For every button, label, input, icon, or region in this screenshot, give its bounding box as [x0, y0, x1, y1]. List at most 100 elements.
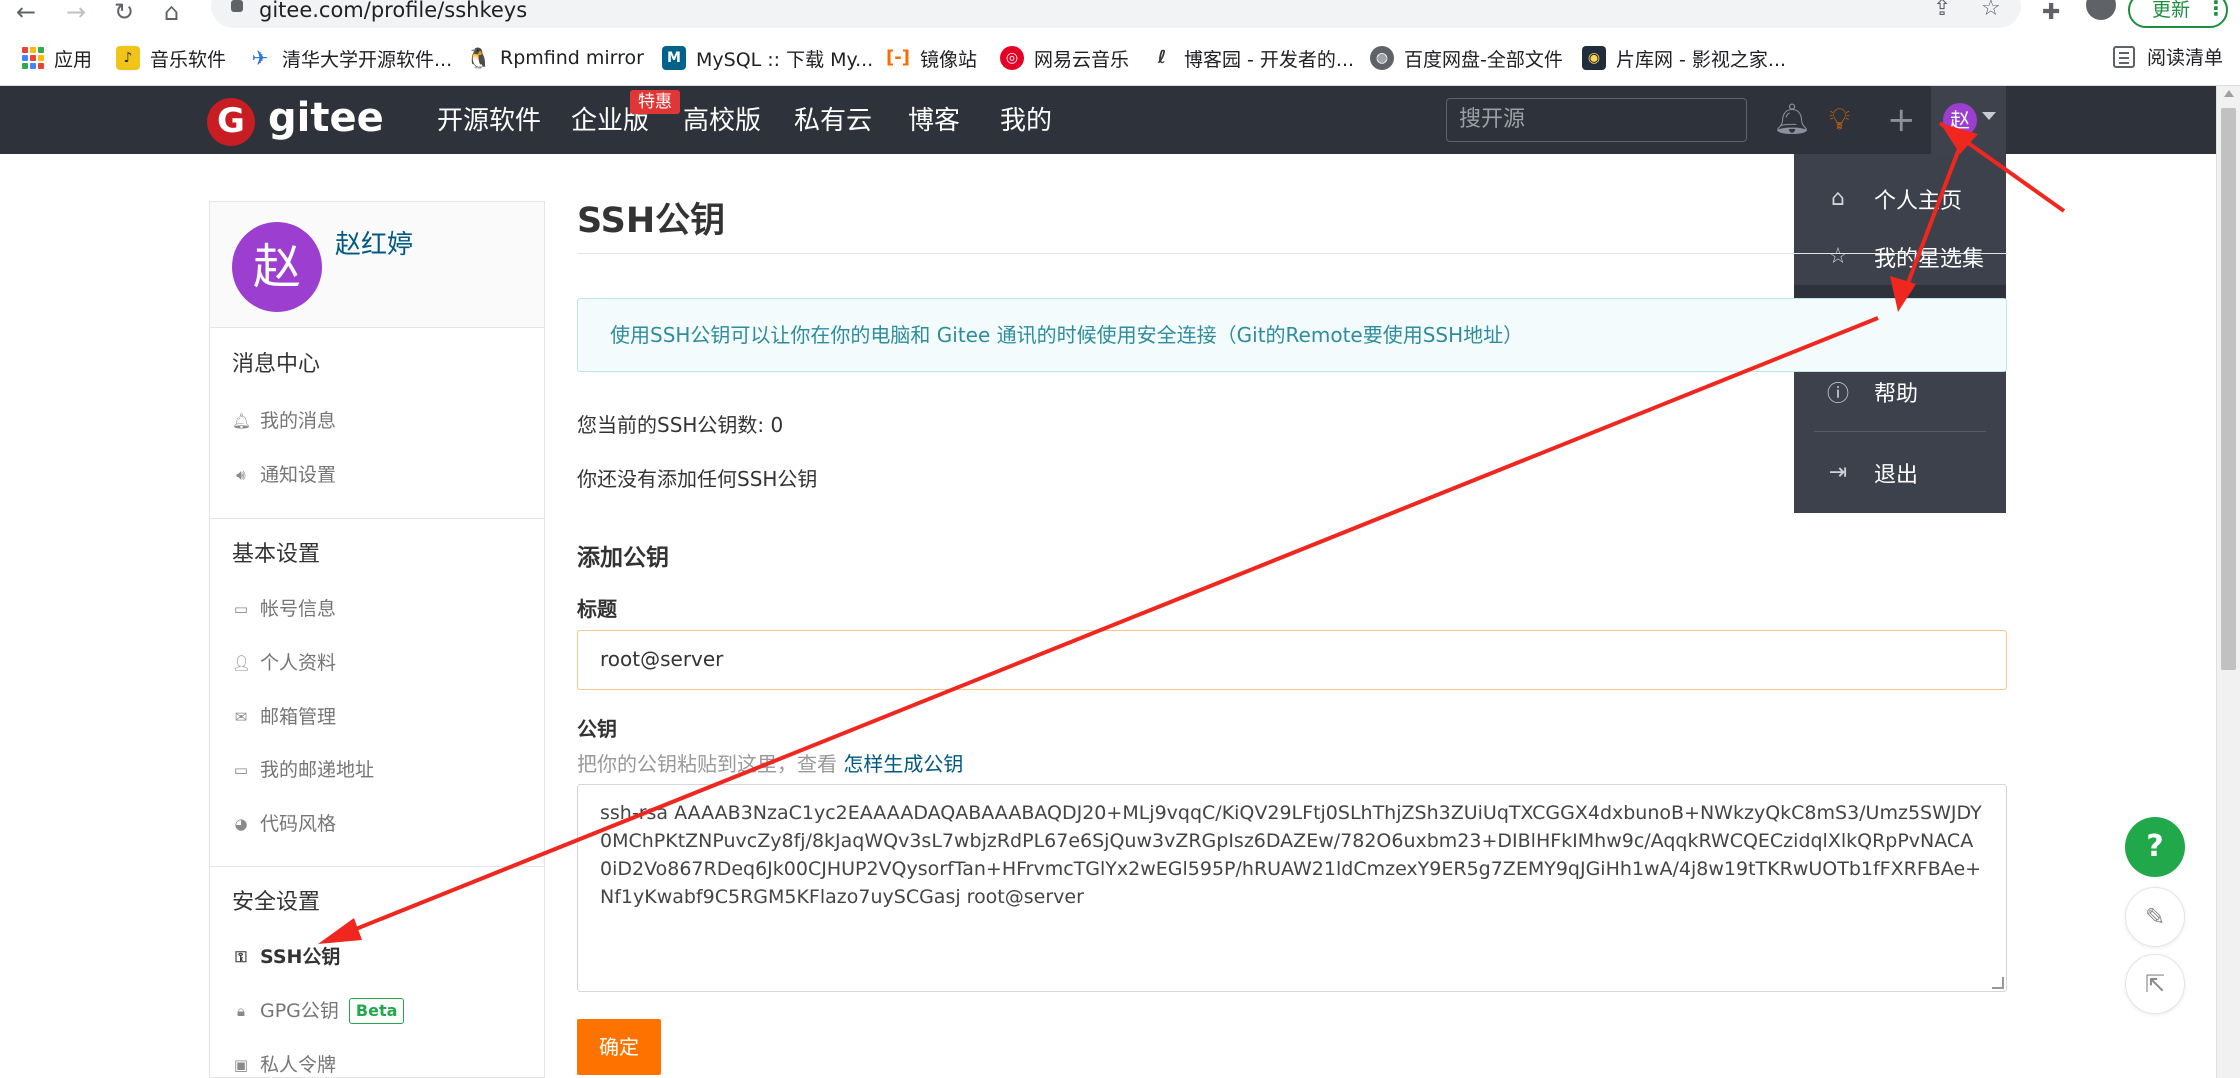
sidebar-item-my-messages[interactable]: 🔔︎ 我的消息	[232, 408, 336, 434]
public-key-value: ssh-rsa AAAAB3NzaC1yc2EAAAADAQABAAABAQDJ…	[600, 802, 1982, 908]
sidebar-item-label: 私人令牌	[260, 1054, 337, 1076]
address-bar[interactable]: gitee.com/profile/sshkeys ⇪ ☆	[211, 0, 2021, 28]
bookmark-mysql[interactable]: M MySQL :: 下载 My...	[662, 43, 873, 73]
sidebar-item-profile[interactable]: 👤︎ 个人资料	[232, 650, 336, 676]
bookmark-rpmfind[interactable]: 🐧 Rpmfind mirror	[466, 43, 644, 73]
sidebar-item-tokens[interactable]: ▣ 私人令牌	[232, 1052, 336, 1078]
share-icon[interactable]: ⇪	[1933, 0, 1951, 21]
back-icon[interactable]: ←	[16, 0, 36, 24]
header-avatar[interactable]: 赵	[1943, 103, 1977, 137]
bookmark-label: 音乐软件	[150, 48, 227, 71]
plus-icon[interactable]: +	[1887, 102, 1916, 138]
envelope-icon: ✉	[234, 708, 248, 726]
bookmark-apps[interactable]: 应用	[22, 43, 92, 73]
bookmark-baidu[interactable]: ◍ 百度网盘-全部文件	[1370, 43, 1563, 73]
menu-item-logout[interactable]: ⇥ 退出	[1794, 444, 2006, 501]
sidebar-item-label: 代码风格	[260, 813, 337, 835]
sidebar-item-address[interactable]: ▭ 我的邮递地址	[232, 757, 374, 783]
bookmark-label: MySQL :: 下载 My...	[696, 48, 874, 71]
bookmarks-bar: 应用 ♪ 音乐软件 ✈ 清华大学开源软件... 🐧 Rpmfind mirror…	[0, 29, 2240, 86]
bookmark-label: 博客园 - 开发者的...	[1184, 48, 1355, 71]
nav-private-cloud[interactable]: 私有云	[794, 104, 872, 138]
nav-mine[interactable]: 我的	[1000, 104, 1052, 138]
globe-icon: ◍	[1370, 46, 1394, 70]
key-label: 公钥	[577, 717, 617, 741]
bookmark-pianku[interactable]: ◉ 片库网 - 影视之家...	[1582, 43, 1786, 73]
public-key-textarea[interactable]: ssh-rsa AAAAB3NzaC1yc2EAAAADAQABAAABAQDJ…	[577, 784, 2007, 992]
key-hint: 把你的公钥粘贴到这里，查看 怎样生成公钥	[577, 751, 963, 777]
bookmark-label: 网易云音乐	[1034, 48, 1130, 71]
reading-list[interactable]: 阅读清单	[2113, 43, 2223, 70]
section-title-security: 安全设置	[232, 890, 321, 915]
menu-item-starred[interactable]: ☆ 我的星选集	[1794, 228, 2006, 285]
nav-education[interactable]: 高校版	[683, 104, 761, 138]
sidebar-divider	[210, 518, 544, 519]
key-title-input[interactable]: root@server	[577, 630, 2007, 690]
user-icon: 👤︎	[232, 654, 252, 672]
url-text: gitee.com/profile/sshkeys	[259, 0, 528, 22]
forward-icon[interactable]: →	[66, 0, 86, 24]
menu-item-label: 我的星选集	[1874, 246, 1985, 272]
bookmark-netease[interactable]: ◎ 网易云音乐	[1000, 43, 1129, 73]
sidebar-item-account[interactable]: ▭ 帐号信息	[232, 596, 336, 622]
tsinghua-mirror-icon: ✈	[248, 46, 272, 70]
share-icon: ⇱	[2144, 970, 2166, 998]
aliyun-icon: [-]	[886, 46, 910, 70]
caret-down-icon	[1982, 112, 1996, 120]
lightbulb-icon[interactable]: 💡︎	[1829, 102, 1850, 138]
sidebar-item-notify-settings[interactable]: 🔊︎ 通知设置	[232, 462, 336, 488]
sidebar-item-label: GPG公钥	[260, 1000, 339, 1022]
how-to-generate-link[interactable]: 怎样生成公钥	[843, 752, 963, 776]
scroll-thumb[interactable]	[2221, 108, 2236, 670]
title-divider	[577, 253, 2007, 254]
promo-badge: 特惠	[630, 90, 680, 114]
page-scrollbar[interactable]	[2216, 86, 2240, 1078]
scroll-up-arrow-icon[interactable]	[2224, 90, 2234, 97]
menu-dots-icon[interactable]: ⋮	[2206, 0, 2226, 20]
bookmark-tsinghua[interactable]: ✈ 清华大学开源软件...	[248, 43, 452, 73]
bookmark-star-icon[interactable]: ☆	[1981, 0, 2001, 21]
sidebar-item-code-style[interactable]: ◕ 代码风格	[232, 811, 336, 837]
sidebar-item-gpg-keys[interactable]: 🔒︎ GPG公钥 Beta	[232, 998, 405, 1024]
music-app-icon: ♪	[116, 46, 140, 70]
feedback-button[interactable]: ✎	[2125, 887, 2185, 947]
bookmark-mirror[interactable]: [-] 镜像站	[886, 43, 977, 73]
site-header: G gitee 开源软件 企业版 特惠 高校版 私有云 博客 我的 搜开源 🔔︎…	[0, 86, 2216, 154]
bookmark-cnblogs[interactable]: ℓ 博客园 - 开发者的...	[1150, 43, 1354, 73]
share-button[interactable]: ⇱	[2125, 954, 2185, 1014]
apps-grid-icon	[22, 47, 44, 69]
reload-icon[interactable]: ↻	[114, 0, 134, 24]
key-hint-text: 把你的公钥粘贴到这里，查看	[577, 752, 837, 776]
home-icon: ⌂	[1831, 186, 1845, 211]
bookmark-label: 镜像站	[920, 48, 978, 71]
menu-item-homepage[interactable]: ⌂ 个人主页	[1794, 170, 2006, 227]
sidebar-item-label: 我的邮递地址	[260, 759, 375, 781]
help-fab-button[interactable]: ?	[2125, 817, 2185, 877]
avatar[interactable]: 赵	[232, 222, 322, 312]
home-icon[interactable]: ⌂	[164, 0, 179, 24]
profile-avatar-icon[interactable]	[2086, 0, 2116, 20]
extensions-icon[interactable]: ✚	[2042, 0, 2060, 25]
sidebar-item-label: 个人资料	[260, 652, 337, 674]
bookmark-label: 片库网 - 影视之家...	[1616, 48, 1787, 71]
logout-icon: ⇥	[1828, 460, 1848, 485]
nav-opensource[interactable]: 开源软件	[437, 104, 541, 138]
netease-music-icon: ◎	[1000, 46, 1024, 70]
gitee-logo-icon[interactable]: G	[207, 98, 255, 146]
sidebar-item-label: 邮箱管理	[260, 706, 337, 728]
empty-state-text: 你还没有添加任何SSH公钥	[577, 467, 818, 491]
cnblogs-icon: ℓ	[1150, 46, 1174, 70]
confirm-button[interactable]: 确定	[577, 1019, 661, 1075]
sidebar-item-email[interactable]: ✉ 邮箱管理	[232, 704, 336, 730]
resize-handle-icon[interactable]	[1992, 977, 2004, 989]
user-name-link[interactable]: 赵红婷	[335, 228, 413, 262]
sidebar-item-ssh-keys[interactable]: ⚿ SSH公钥	[232, 944, 340, 970]
logo-text[interactable]: gitee	[268, 92, 384, 144]
tux-icon: 🐧	[466, 46, 491, 70]
mysql-icon: M	[662, 46, 686, 70]
menu-item-label: 退出	[1874, 462, 1919, 488]
bell-icon[interactable]: 🔔︎	[1773, 102, 1811, 138]
nav-blog[interactable]: 博客	[908, 104, 960, 138]
search-input[interactable]: 搜开源	[1446, 98, 1747, 142]
bookmark-music[interactable]: ♪ 音乐软件	[116, 43, 226, 73]
